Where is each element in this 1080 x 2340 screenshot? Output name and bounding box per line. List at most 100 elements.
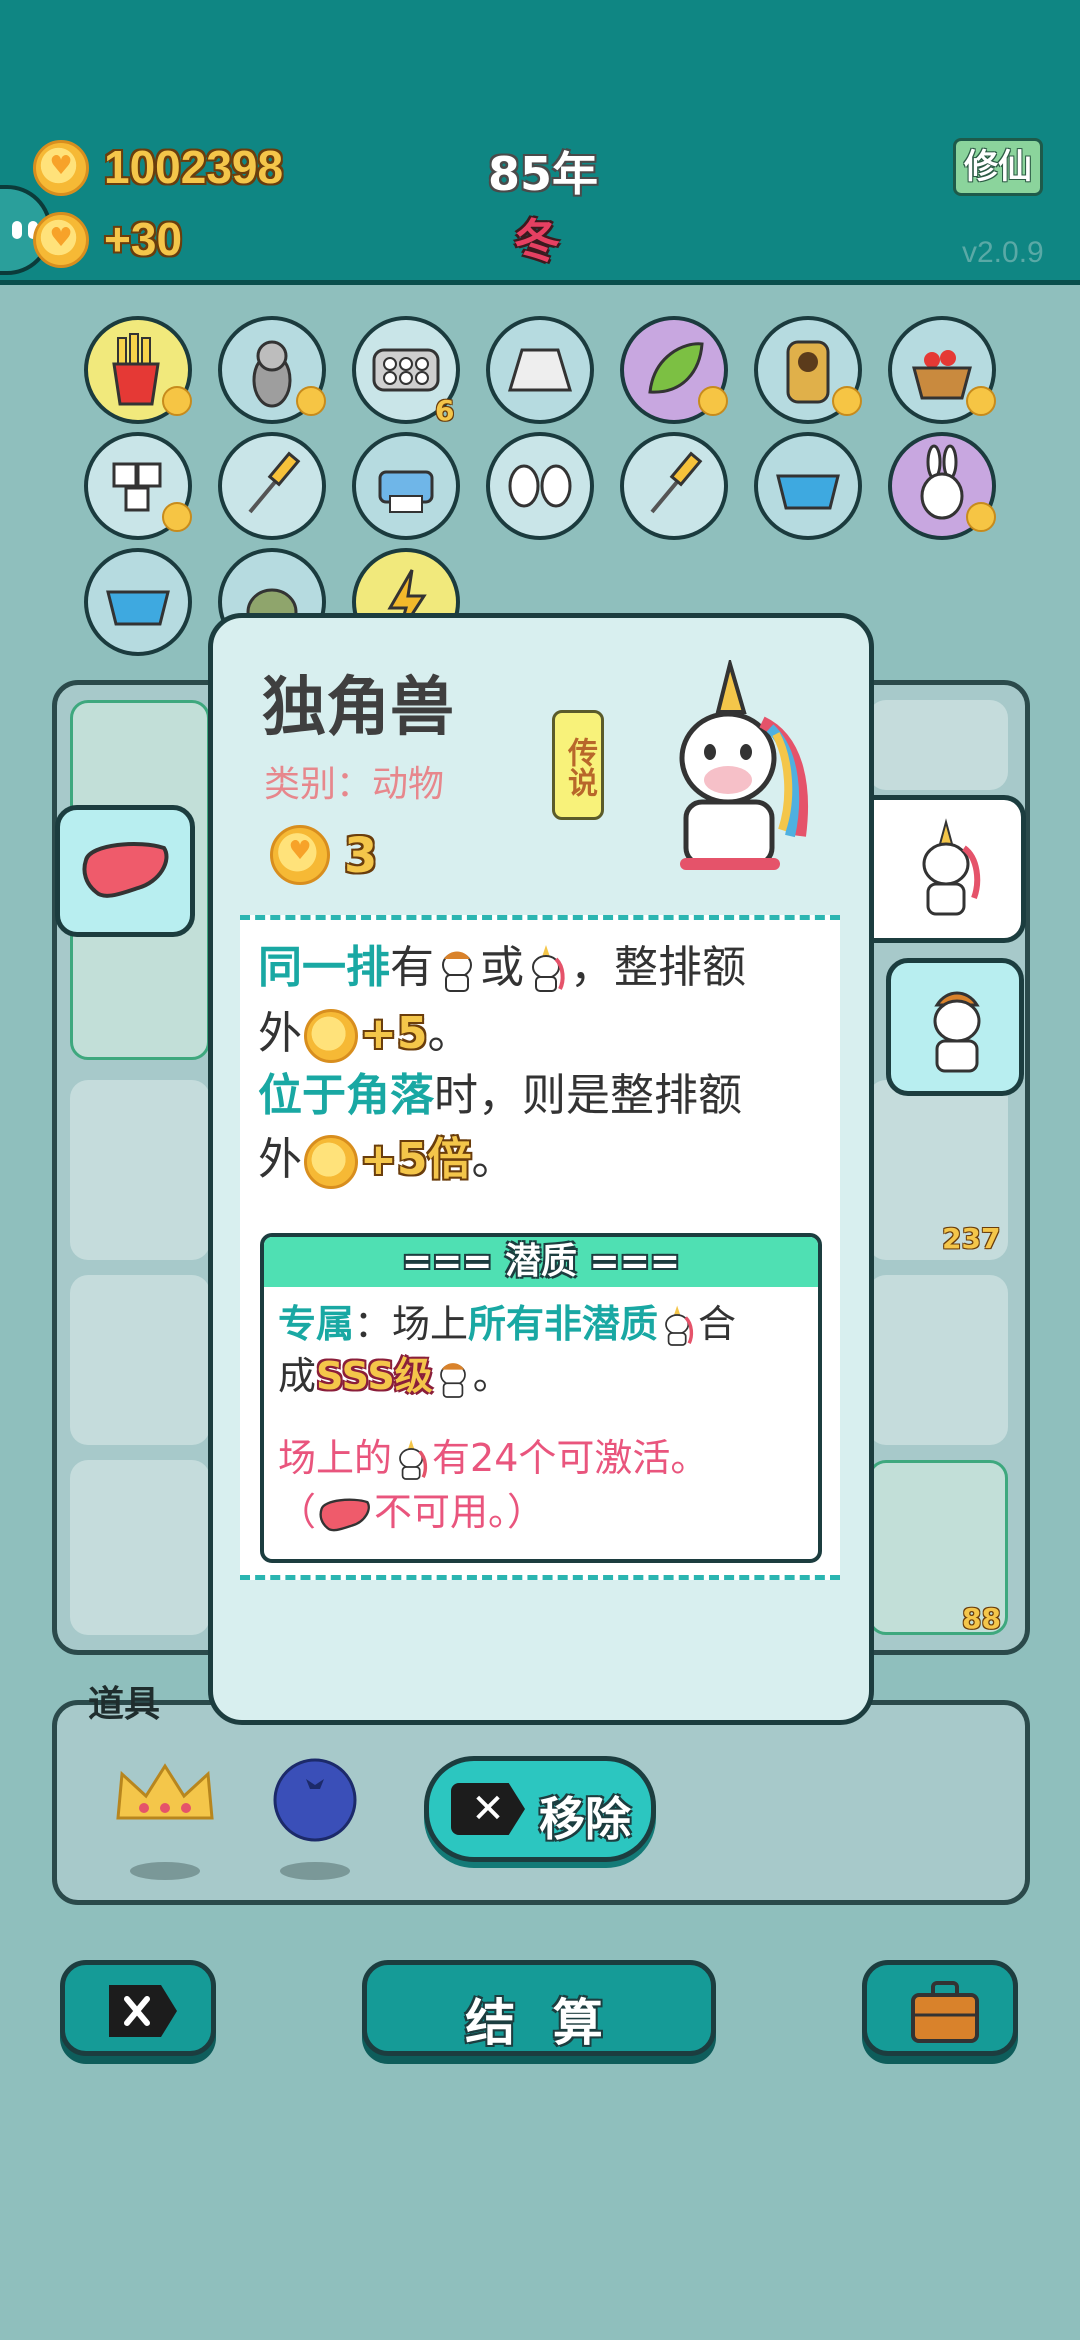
liver-tab[interactable] [55,805,195,937]
remove-icon: ✕ [451,1783,525,1835]
top-bar: 1002398 +30 85年 冬 修仙 v2.0.9 [0,0,1080,285]
remove-button[interactable]: ✕ 移除 [424,1756,656,1862]
desc-text: 。 [471,1134,516,1185]
trait-box: === 潜质 === 专属：场上所有非潜质合 成SSS级。 场上的 有24个可激活… [260,1233,822,1563]
screwdriver-icon [650,451,703,514]
trait-keyword: 专属 [278,1302,355,1346]
trait-text: 成 [278,1354,317,1398]
desc-bonus: +5倍 [360,1134,472,1185]
fishbowl2-item[interactable] [84,548,192,656]
unicorn-icon [399,1439,428,1480]
coin-icon [33,140,89,196]
fries-item[interactable] [84,316,192,424]
cowboy-count: 88 [962,1602,1001,1635]
trait-keyword: 所有非潜质 [468,1302,659,1346]
blueberry-icon[interactable] [270,1755,360,1845]
horse-tab[interactable] [886,958,1024,1096]
screwdriver-item[interactable] [218,432,326,540]
coin-badge-icon [966,386,996,416]
basket-item[interactable] [888,316,996,424]
trait-text: 场上的 [278,1436,393,1480]
unicorn-icon [922,818,981,916]
coin-badge-icon [162,502,192,532]
coin-badge-icon [698,386,728,416]
delete-icon [109,1985,177,2037]
discard-button[interactable] [60,1960,216,2056]
cat-item[interactable] [754,316,862,424]
coin-total: 1002398 [104,141,284,193]
cost-coin-icon [270,825,330,885]
card-category: 类别：动物 [264,764,445,805]
desc-line-1: 同一排有或 ，整排额 [258,938,746,998]
desc-text: 有 [390,942,434,993]
board-cell[interactable] [70,1275,210,1445]
screwdriver2-item[interactable] [620,432,728,540]
liver-icon [319,1498,370,1531]
skirt-icon [507,348,573,392]
coin-badge-icon [832,386,862,416]
coin-badge-icon [966,502,996,532]
desc-text: 外 [258,1134,302,1185]
xiuxian-button[interactable]: 修仙 [953,138,1043,196]
leaf-item[interactable] [620,316,728,424]
fishbowl-icon [106,590,170,626]
trait-line-1: 专属：场上所有非潜质合 [278,1299,736,1349]
year-label: 85年 [488,147,599,201]
rarity-badge: 传说 [552,710,604,820]
desc-text: 外 [258,1008,302,1059]
coin-icon [304,1009,358,1063]
board-cell[interactable] [70,1080,210,1260]
trait-text: 。 [472,1354,511,1398]
desc-line-2: 外 +5。 [258,1004,471,1064]
income-coin-icon [33,212,89,268]
eye-left-icon [12,221,22,239]
item-shadow [280,1862,350,1880]
horse-icon [933,991,981,1073]
trait-line-2: 成SSS级。 [278,1351,511,1401]
season-label: 冬 [514,214,560,268]
desc-bonus: +5 [360,1008,428,1059]
desc-text: ，整排额 [570,942,746,993]
bunny-item[interactable] [888,432,996,540]
item-shadow [130,1862,200,1880]
inventory-button[interactable] [862,1960,1018,2056]
horse-icon [442,951,472,992]
farmer-count: 237 [942,1222,1001,1255]
unicorn-icon [532,945,565,992]
printer-icon [378,470,434,513]
printer-item[interactable] [352,432,460,540]
cubes-item[interactable] [84,432,192,540]
fishbowl-icon [776,474,840,510]
screwdriver-icon [248,451,301,514]
trait-text: （ [278,1490,317,1534]
card-title: 独角兽 [262,671,454,745]
trait-line-3: 场上的 有24个可激活。 [278,1433,708,1483]
crown-icon[interactable] [112,1760,218,1826]
trait-line-4: （ 不可用。） [278,1487,545,1537]
briefcase-icon [911,1981,979,2043]
settle-button[interactable]: 结 算 [362,1960,716,2056]
item-count: 6 [435,394,455,427]
desc-text: 。 [427,1008,472,1059]
horse-pair-icon [508,464,572,508]
coin-badge-icon [296,386,326,416]
trait-text: 有24个可激活。 [432,1436,709,1480]
desc-text: 或 [480,942,524,993]
liver-icon [82,842,169,898]
board-cell[interactable] [70,1460,210,1635]
fishbowl-item[interactable] [754,432,862,540]
trait-text: 合 [698,1302,737,1346]
desc-keyword: 位于角落 [258,1070,434,1121]
board-cell[interactable] [868,700,1008,790]
horse-icon [439,1362,466,1398]
coin-icon [304,1135,358,1189]
twin-horse-item[interactable] [486,432,594,540]
unicorn-tab[interactable] [868,795,1026,943]
husky-item[interactable] [218,316,326,424]
board-cell[interactable] [868,1275,1008,1445]
trait-header: === 潜质 === [264,1237,818,1287]
unicorn-portrait-icon [679,660,808,870]
skirt-item[interactable] [486,316,594,424]
trait-text: 不可用。） [374,1490,546,1534]
tools-label: 道具 [88,1684,161,1725]
